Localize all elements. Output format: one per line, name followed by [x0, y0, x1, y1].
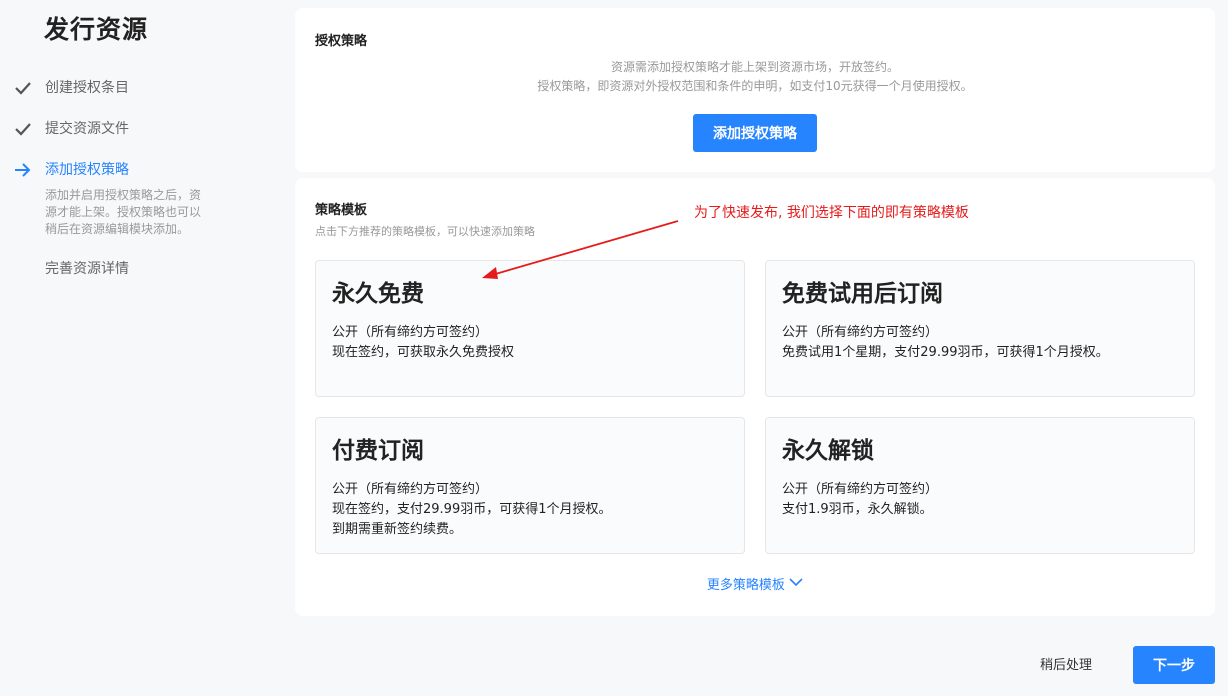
page-title: 发行资源 [44, 15, 149, 44]
step-create-auth-item: 创建授权条目 [14, 78, 214, 98]
card-line: 公开（所有缔约方可签约） [332, 325, 489, 340]
chevron-down-icon [789, 576, 803, 591]
step-label: 提交资源文件 [45, 121, 129, 137]
more-templates-label: 更多策略模板 [706, 578, 785, 593]
card-line: 公开（所有缔约方可签约） [332, 482, 489, 497]
card-title: 永久解锁 [782, 438, 874, 464]
annotation-arrow-icon [482, 220, 679, 279]
template-card-trial-subscribe[interactable]: 免费试用后订阅 公开（所有缔约方可签约） 免费试用1个星期，支付29.99羽币，… [765, 260, 1195, 397]
arrow-right-icon [14, 162, 32, 178]
card-line: 到期需重新签约续费。 [332, 522, 463, 537]
card-line: 公开（所有缔约方可签约） [782, 325, 939, 340]
step-label: 添加授权策略 [45, 162, 129, 178]
card-line: 公开（所有缔约方可签约） [782, 482, 939, 497]
policy-templates-panel: 策略模板 点击下方推荐的策略模板，可以快速添加策略 永久免费 公开（所有缔约方可… [295, 178, 1215, 616]
step-complete-details: 完善资源详情 [14, 259, 214, 279]
card-line: 免费试用1个星期，支付29.99羽币，可获得1个月授权。 [782, 345, 1109, 360]
step-label: 创建授权条目 [45, 80, 129, 96]
templates-title: 策略模板 [315, 203, 368, 218]
step-description: 添加并启用授权策略之后，资源才能上架。授权策略也可以稍后在资源编辑模块添加。 [45, 188, 202, 236]
auth-hint-line2: 授权策略，即资源对外授权范围和条件的申明，如支付10元获得一个月使用授权。 [537, 79, 973, 93]
check-icon [14, 80, 32, 96]
auth-policy-title: 授权策略 [315, 34, 368, 49]
step-submit-files: 提交资源文件 [14, 119, 214, 139]
card-line: 支付1.9羽币，永久解锁。 [782, 502, 933, 517]
check-icon [14, 121, 32, 137]
template-card-permanent-unlock[interactable]: 永久解锁 公开（所有缔约方可签约） 支付1.9羽币，永久解锁。 [765, 417, 1195, 554]
next-step-button[interactable]: 下一步 [1133, 646, 1215, 684]
card-line: 现在签约，可获取永久免费授权 [332, 345, 515, 360]
card-line: 现在签约，支付29.99羽币，可获得1个月授权。 [332, 502, 612, 517]
step-list: 创建授权条目 提交资源文件 添加授权策略 添加并启用授权策略之后，资源才能上架。… [14, 78, 214, 300]
step-label: 完善资源详情 [45, 261, 129, 277]
auth-hint-line1: 资源需添加授权策略才能上架到资源市场，开放签约。 [610, 60, 899, 74]
card-title: 免费试用后订阅 [782, 281, 943, 307]
step-add-auth-policy: 添加授权策略 添加并启用授权策略之后，资源才能上架。授权策略也可以稍后在资源编辑… [14, 160, 214, 238]
annotation-text: 为了快速发布, 我们选择下面的即有策略模板 [694, 205, 969, 221]
later-button[interactable]: 稍后处理 [1040, 654, 1092, 673]
card-title: 付费订阅 [332, 438, 424, 464]
more-templates-link[interactable]: 更多策略模板 [295, 574, 1215, 593]
auth-policy-panel: 授权策略 资源需添加授权策略才能上架到资源市场，开放签约。 授权策略，即资源对外… [295, 8, 1215, 172]
template-card-paid-subscribe[interactable]: 付费订阅 公开（所有缔约方可签约） 现在签约，支付29.99羽币，可获得1个月授… [315, 417, 745, 554]
add-auth-policy-button[interactable]: 添加授权策略 [693, 114, 817, 152]
